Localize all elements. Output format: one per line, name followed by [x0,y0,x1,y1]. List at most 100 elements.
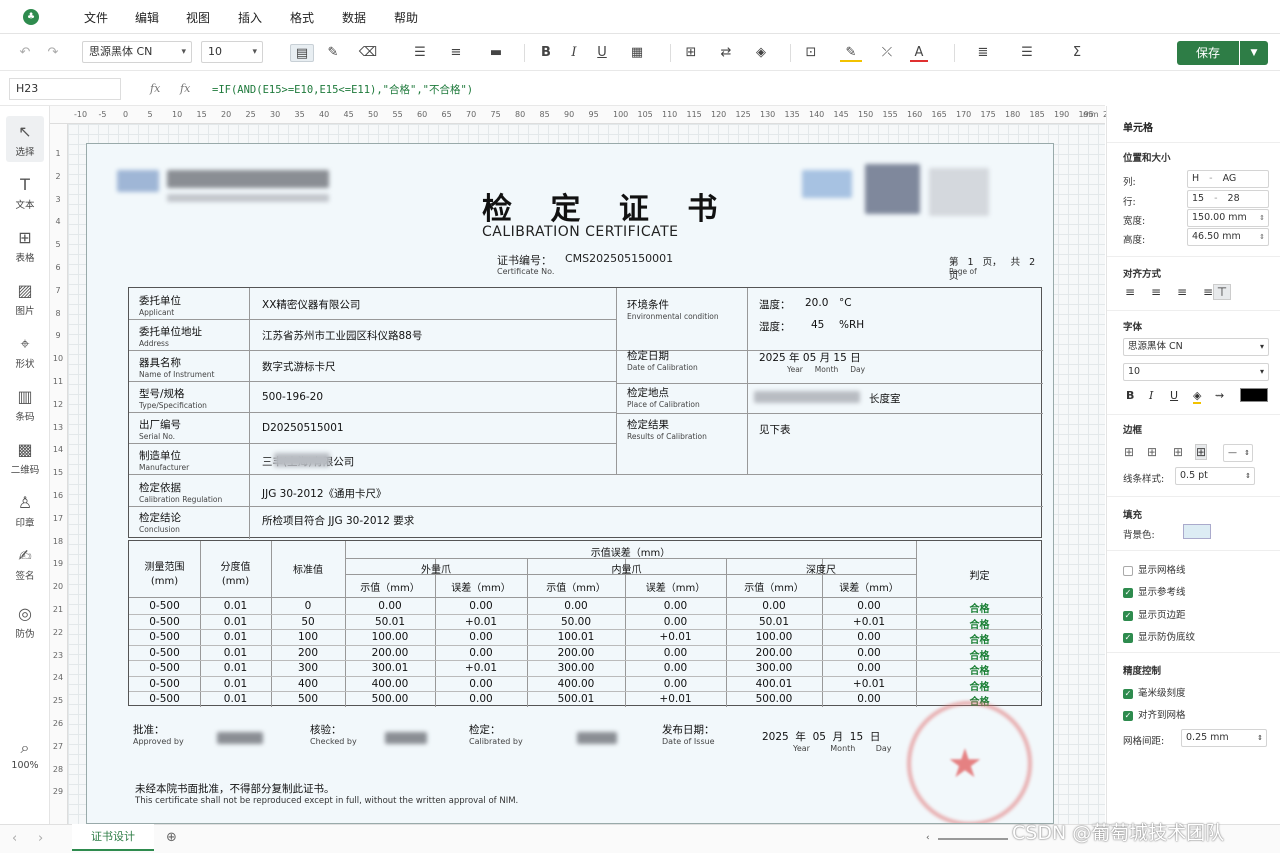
tool-signature[interactable]: ✍ 签名 [0,546,50,582]
table-cell[interactable]: +0.01 [625,693,726,705]
merge-icon[interactable]: ⇄ [716,44,736,62]
check-show-anti-fake[interactable]: ✓ 显示防伪底纹 [1123,629,1195,643]
bold-icon[interactable]: B [538,44,554,62]
formula-input[interactable]: =IF(AND(E15>=E10,E15<=E11),"合格","不合格") [212,82,473,97]
font-color-swatch[interactable] [1240,388,1268,402]
table-cell[interactable]: 50 [271,616,345,628]
table-cell[interactable]: 200.00 [527,647,625,659]
stepper-icon[interactable]: ⇕ [1259,210,1265,226]
panel-size-select[interactable]: 10 ▾ [1123,363,1269,381]
panel-font-select[interactable]: 思源黑体 CN ▾ [1123,338,1269,356]
border-style-select[interactable]: — ⇕ [1223,444,1253,462]
save-options-chevron-icon[interactable]: ▼ [1240,41,1268,65]
border-inner-icon[interactable]: ⊞ [1147,445,1157,459]
table-cell[interactable]: 0.00 [625,662,726,674]
border-grid-icon[interactable]: ⊞ [1195,444,1208,460]
table-cell[interactable]: 0.01 [200,678,271,690]
bold-icon[interactable]: B [1126,389,1134,402]
menu-help[interactable]: 帮助 [394,9,418,26]
table-cell[interactable]: 100.01 [527,631,625,643]
table-cell[interactable]: 100.00 [345,631,435,643]
table-cell[interactable]: 0.00 [625,678,726,690]
table-cell[interactable]: 0.00 [822,600,916,612]
table-cell[interactable]: 50.01 [345,616,435,628]
table-cell[interactable]: 500.00 [726,693,822,705]
table-cell[interactable]: +0.01 [625,631,726,643]
checkbox-checked-icon[interactable]: ✓ [1123,688,1133,699]
table-cell[interactable]: 400.00 [345,678,435,690]
tool-shape[interactable]: ⌖ 形状 [0,334,50,370]
tool-select[interactable]: ↖ 选择 [0,122,50,158]
checkbox[interactable] [1123,565,1133,576]
insert-function-icon[interactable]: fx [180,82,190,95]
tool-anti-fake[interactable]: ◎ 防伪 [0,604,50,640]
width-input[interactable]: 150.00 mm ⇕ [1187,209,1269,227]
sheet-tab[interactable]: 证书设计 [72,824,154,851]
function-icon[interactable]: fx [150,82,160,95]
align-justify-icon[interactable]: ≡ [1203,285,1213,299]
table-cell[interactable]: +0.01 [435,616,527,628]
table-cell[interactable]: 0.00 [625,600,726,612]
italic-icon[interactable]: I [566,44,582,62]
indent-icon[interactable]: ≡ [444,44,468,62]
table-style-icon[interactable]: ▦ [624,44,650,62]
align-right-icon[interactable]: ≡ [1177,285,1187,299]
checkbox-checked-icon[interactable]: ✓ [1123,610,1133,621]
table-cell[interactable]: 300.00 [726,662,822,674]
stepper-icon[interactable]: ⇕ [1259,229,1265,245]
scroll-left-icon[interactable]: ‹ [926,833,930,843]
table-cell[interactable]: 500.01 [527,693,625,705]
tool-qrcode[interactable]: ▩ 二维码 [0,440,50,476]
font-color-icon[interactable]: A [910,44,928,62]
font-family-select[interactable]: 思源黑体 CN ▾ [82,41,192,63]
table-cell[interactable]: 0.00 [625,647,726,659]
line-spacing-icon[interactable]: ☰ [1016,44,1038,62]
table-cell[interactable]: 0.01 [200,662,271,674]
cell-name-box[interactable]: H23 [9,78,121,100]
menu-insert[interactable]: 插入 [238,9,262,26]
table-cell[interactable]: 0-500 [129,662,200,674]
table-cell[interactable]: 0.01 [200,600,271,612]
menu-file[interactable]: 文件 [84,9,108,26]
zoom-control[interactable]: ⌕ 100% [0,738,50,771]
grid-spacing-input[interactable]: 0.25 mm ⇕ [1181,729,1267,747]
prev-sheet-icon[interactable]: ‹ [12,831,17,846]
table-cell[interactable]: 0.01 [200,631,271,643]
eraser-icon[interactable]: ⌫ [356,44,380,62]
tool-table[interactable]: ⊞ 表格 [0,228,50,264]
check-show-grid[interactable]: 显示网格线 [1123,562,1186,576]
align-top-icon[interactable]: ⊤ [1213,284,1231,300]
row-range-input[interactable]: 15-28 [1187,190,1269,208]
line-weight-icon[interactable]: ▬ [482,44,510,62]
table-cell[interactable]: 500.00 [345,693,435,705]
text-align-icon[interactable]: ≣ [972,44,994,62]
font-size-select[interactable]: 10 ▾ [201,41,263,63]
menu-data[interactable]: 数据 [342,9,366,26]
underline-icon[interactable]: U [594,44,610,62]
table-cell[interactable]: 50.01 [726,616,822,628]
table-cell[interactable]: 0.00 [435,600,527,612]
format-painter-icon[interactable]: ▤ [290,44,314,62]
table-cell[interactable]: 200.00 [345,647,435,659]
border-all-icon[interactable]: ⊞ [1124,445,1134,459]
check-show-guides[interactable]: ✓ 显示参考线 [1123,584,1186,598]
redo-icon[interactable]: ↷ [44,44,62,62]
strikethrough-icon[interactable]: ⇝ [1215,389,1224,402]
table-cell[interactable]: 400 [271,678,345,690]
table-cell[interactable]: 100 [271,631,345,643]
table-cell[interactable]: 0.00 [435,693,527,705]
col-range-input[interactable]: H - AG [1187,170,1269,188]
table-cell[interactable]: 0 [271,600,345,612]
check-show-margins[interactable]: ✓ 显示页边距 [1123,607,1186,621]
check-mm-scale[interactable]: ✓ 毫米级刻度 [1123,685,1186,699]
sum-icon[interactable]: Σ [1066,44,1088,62]
table-cell[interactable]: 50.00 [527,616,625,628]
table-cell[interactable]: 400.01 [726,678,822,690]
checkbox-checked-icon[interactable]: ✓ [1123,632,1133,643]
line-width-input[interactable]: 0.5 pt ⇕ [1175,467,1255,485]
menu-format[interactable]: 格式 [290,9,314,26]
tool-barcode[interactable]: ▥ 条码 [0,387,50,423]
horizontal-scrollbar[interactable] [938,838,1008,840]
underline-icon[interactable]: U [1170,389,1178,402]
checkbox-checked-icon[interactable]: ✓ [1123,710,1133,721]
